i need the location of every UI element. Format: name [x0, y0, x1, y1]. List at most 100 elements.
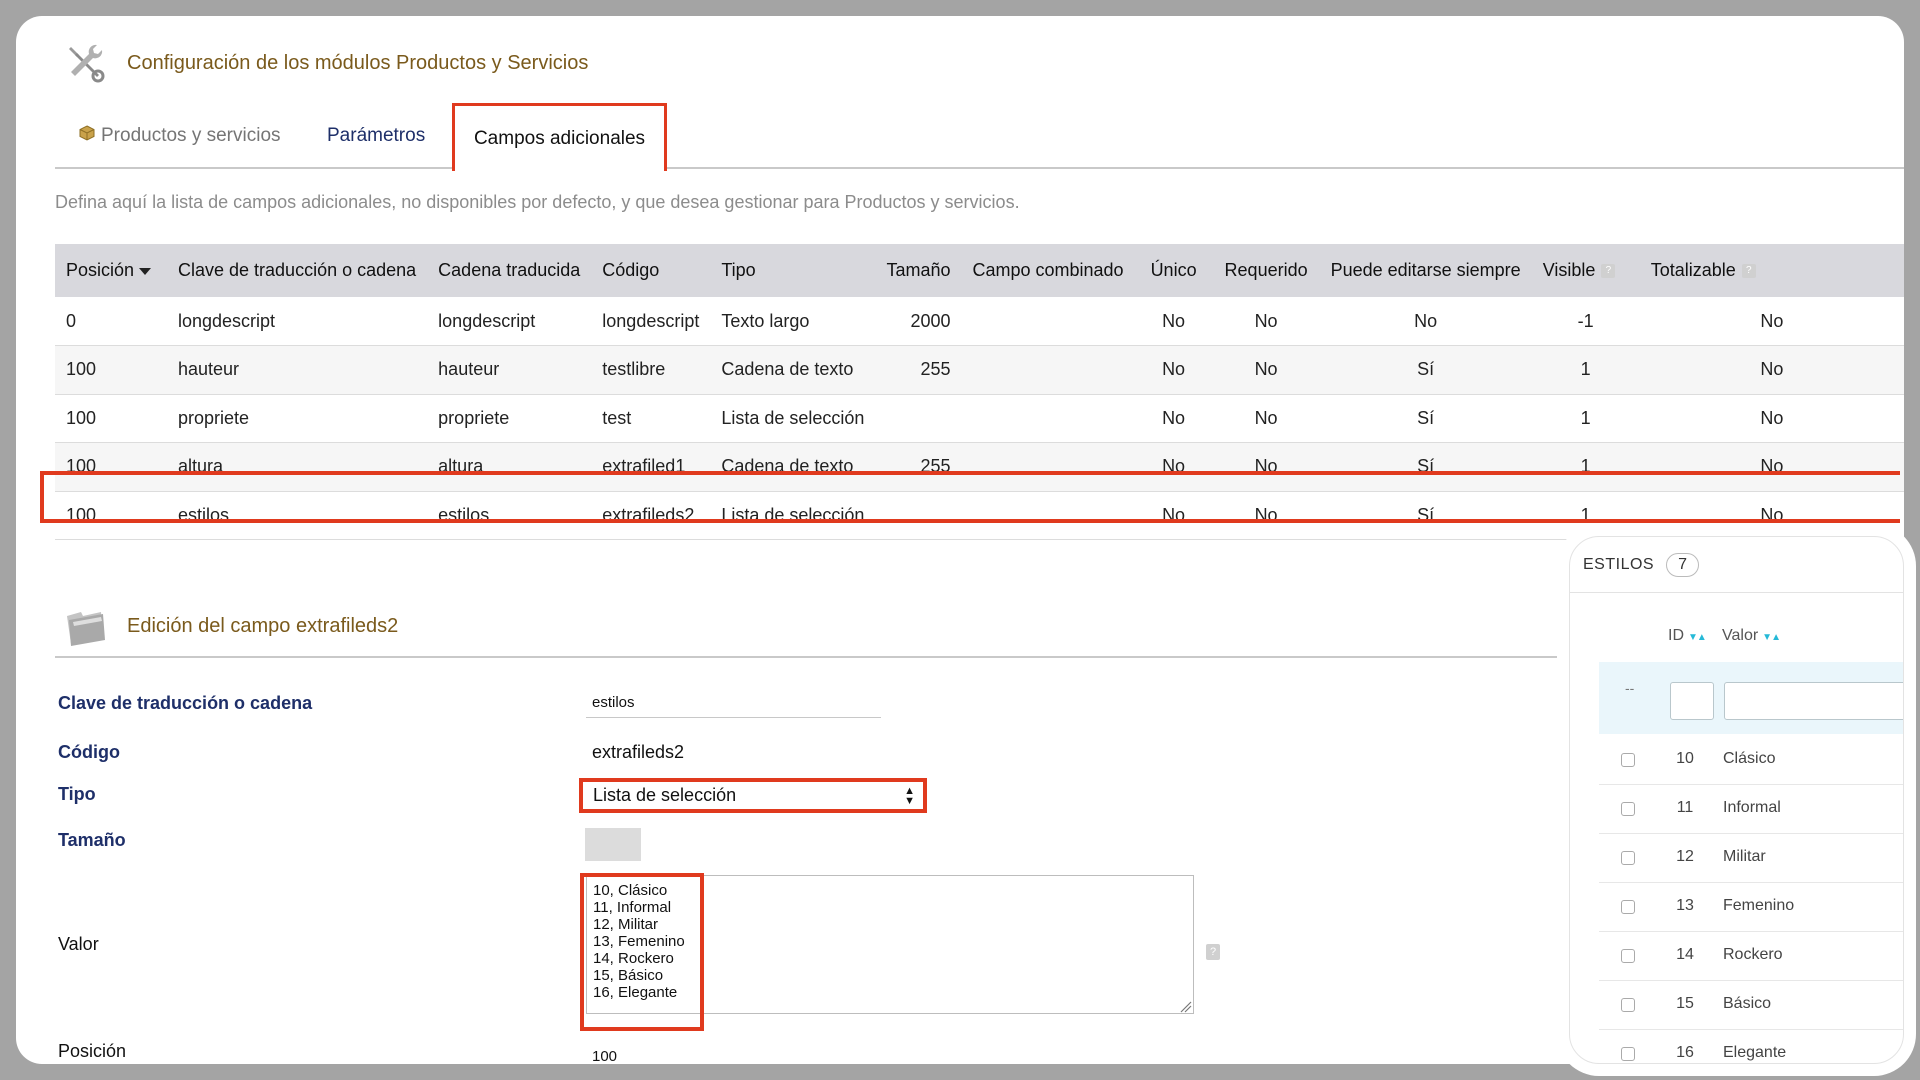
item-value: Elegante	[1723, 1044, 1787, 1061]
col-header-combinado: Campo combinado	[961, 244, 1135, 297]
cell-requerido: No	[1212, 394, 1320, 443]
tab-parametros[interactable]: Parámetros	[327, 103, 425, 169]
cell-requerido: No	[1212, 345, 1320, 395]
value-line: 13, Femenino	[593, 933, 685, 950]
filter-value-input[interactable]	[1724, 682, 1903, 720]
col-header-visible: Visible?	[1531, 244, 1640, 297]
label-tamano: Tamaño	[58, 830, 126, 850]
resize-handle-icon[interactable]	[1179, 1000, 1192, 1013]
checkbox-icon[interactable]	[1621, 900, 1635, 914]
cell-combinado	[961, 491, 1135, 540]
key-input[interactable]	[586, 688, 881, 718]
label-valor: Valor	[58, 934, 99, 954]
cell-totalizable: No	[1639, 394, 1904, 443]
code-value: extrafileds2	[592, 742, 685, 762]
value-line: 15, Básico	[593, 967, 664, 984]
cell-clave: propriete	[167, 394, 428, 443]
position-value: 100	[592, 1048, 618, 1064]
col-header-cadena: Cadena traducida	[427, 244, 592, 297]
type-select-value: Lista de selección	[593, 785, 737, 805]
list-item[interactable]: 13 Femenino	[1599, 883, 1903, 932]
help-icon[interactable]: ?	[1741, 264, 1756, 279]
size-input[interactable]	[585, 828, 641, 861]
cell-codigo: test	[591, 394, 711, 443]
page-description: Defina aquí la lista de campos adicional…	[55, 192, 1020, 212]
cell-requerido: No	[1212, 297, 1320, 346]
tab-campos-adicionales[interactable]: Campos adicionales	[452, 103, 667, 171]
cell-tipo: Cadena de texto	[710, 345, 876, 395]
label-tipo: Tipo	[58, 784, 96, 804]
cell-tipo: Texto largo	[710, 297, 876, 346]
help-icon[interactable]: ?	[1601, 264, 1616, 279]
cell-requerido: No	[1212, 442, 1320, 492]
item-id: 10	[1676, 750, 1694, 767]
cell-cadena: estilos	[427, 491, 592, 540]
table-row-selected[interactable]: 100 estilos estilos extrafileds2 Lista d…	[55, 491, 1904, 540]
tab-label: Campos adicionales	[473, 127, 646, 149]
list-item[interactable]: 14 Rockero	[1599, 932, 1903, 981]
value-line: 16, Elegante	[593, 984, 678, 1001]
tab-productos-servicios[interactable]: Productos y servicios	[79, 103, 281, 169]
cell-totalizable: No	[1639, 442, 1904, 492]
cell-combinado	[961, 442, 1135, 492]
label-clave: Clave de traducción o cadena	[58, 693, 313, 713]
cell-codigo: extrafileds2	[591, 491, 711, 540]
value-textarea-content: 10, Clásico 11, Informal 12, Militar 13,…	[593, 882, 685, 1001]
cell-tamano: 255	[875, 345, 962, 395]
cell-codigo: testlibre	[591, 345, 711, 395]
checkbox-icon[interactable]	[1621, 1047, 1635, 1061]
item-id: 15	[1676, 995, 1694, 1012]
cell-tipo: Cadena de texto	[710, 442, 876, 492]
checkbox-icon[interactable]	[1621, 949, 1635, 963]
cell-visible: 1	[1531, 491, 1640, 540]
list-item[interactable]: 15 Básico	[1599, 981, 1903, 1030]
package-icon	[79, 125, 95, 141]
table-row[interactable]: 100 hauteur hauteur testlibre Cadena de …	[55, 345, 1904, 395]
list-item[interactable]: 10 Clásico	[1599, 736, 1903, 785]
col-header-id[interactable]: ID ▼▲	[1668, 627, 1707, 645]
cell-editable: Sí	[1319, 491, 1532, 540]
type-select[interactable]: Lista de selección ▲ ▼	[579, 778, 927, 813]
estilos-panel-title: ESTILOS	[1583, 555, 1655, 573]
cell-unico: No	[1134, 491, 1213, 540]
checkbox-icon[interactable]	[1621, 802, 1635, 816]
item-id: 14	[1676, 946, 1694, 963]
list-item[interactable]: 11 Informal	[1599, 785, 1903, 834]
estilos-panel: ESTILOS 7 ID ▼▲ Valor ▼▲ -- 10 Clásico 11 …	[1569, 536, 1904, 1064]
edit-title: Edición del campo extrafileds2	[127, 614, 399, 637]
cell-tamano: 2000	[875, 297, 962, 346]
col-header-requerido: Requerido	[1212, 244, 1320, 297]
checkbox-icon[interactable]	[1621, 753, 1635, 767]
cell-clave: hauteur	[167, 345, 428, 395]
cell-unico: No	[1134, 345, 1213, 395]
cell-combinado	[961, 345, 1135, 395]
list-item[interactable]: 16 Elegante	[1599, 1030, 1903, 1063]
list-item[interactable]: 12 Militar	[1599, 834, 1903, 883]
cell-cadena: propriete	[427, 394, 592, 443]
tab-bar: Productos y servicios Parámetros Campos …	[55, 103, 1904, 171]
checkbox-icon[interactable]	[1621, 851, 1635, 865]
col-header-valor[interactable]: Valor ▼▲	[1722, 627, 1781, 645]
cell-unico: No	[1134, 442, 1213, 492]
col-header-totalizable: Totalizable?	[1639, 244, 1904, 297]
edit-header: Edición del campo extrafileds2	[61, 601, 398, 651]
cell-cadena: hauteur	[427, 345, 592, 395]
sort-arrows-icon[interactable]: ▼▲	[1688, 632, 1707, 643]
sort-arrows-icon[interactable]: ▼▲	[1762, 632, 1781, 643]
item-value: Informal	[1723, 799, 1781, 816]
table-row[interactable]: 100 altura altura extrafiled1 Cadena de …	[55, 442, 1904, 492]
estilos-panel-header: ESTILOS 7	[1570, 537, 1903, 593]
checkbox-icon[interactable]	[1621, 998, 1635, 1012]
table-header-row: Posición Clave de traducción o cadena Ca…	[55, 244, 1904, 297]
label-posicion: Posición	[58, 1041, 127, 1061]
table-row[interactable]: 100 propriete propriete test Lista de se…	[55, 394, 1904, 443]
cell-posicion: 100	[55, 345, 167, 395]
help-icon[interactable]: ?	[1206, 944, 1220, 960]
sort-down-icon[interactable]	[139, 267, 152, 275]
filter-dash: --	[1625, 680, 1635, 696]
col-header-clave: Clave de traducción o cadena	[167, 244, 428, 297]
table-row[interactable]: 0 longdescript longdescript longdescript…	[55, 297, 1904, 346]
item-value: Clásico	[1723, 750, 1776, 767]
col-header-posicion[interactable]: Posición	[55, 244, 167, 297]
filter-id-input[interactable]	[1670, 682, 1714, 720]
